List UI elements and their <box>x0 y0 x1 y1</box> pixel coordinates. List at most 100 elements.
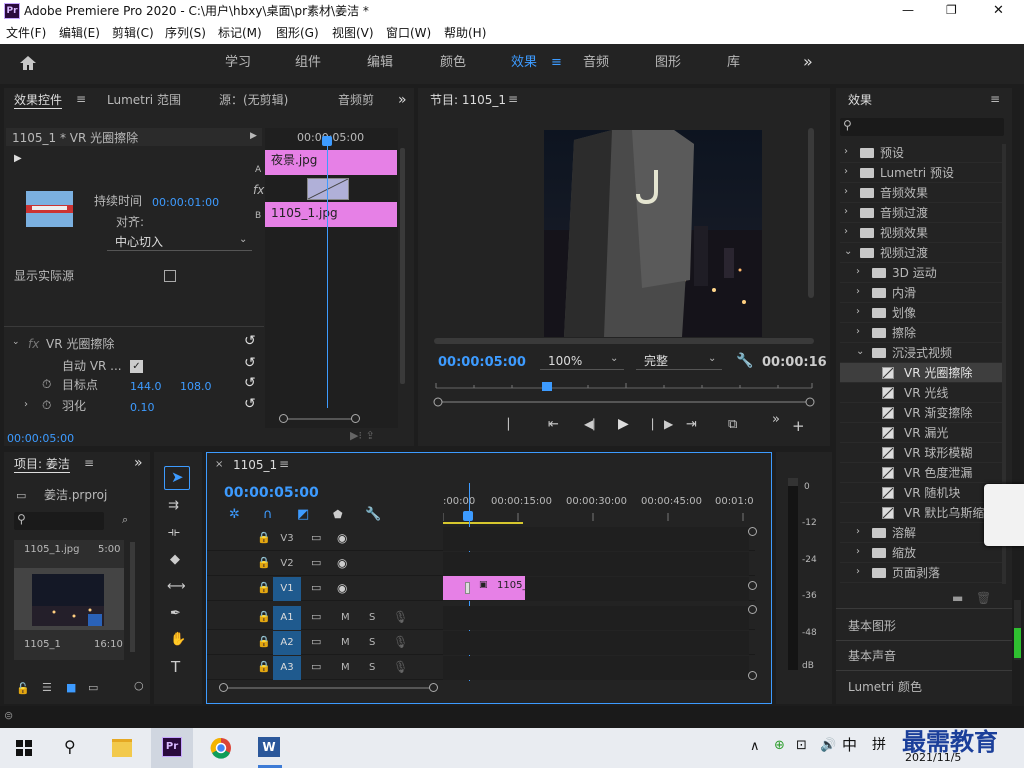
snap-icon[interactable]: ✲ <box>229 508 240 521</box>
program-menu-icon[interactable]: ≡ <box>508 93 518 105</box>
sync-lock-icon[interactable]: ▭ <box>311 582 321 593</box>
workspace-libraries[interactable]: 库 <box>727 56 740 69</box>
eye-icon[interactable]: ◉ <box>337 582 347 594</box>
timeline-timecode[interactable]: 00:00:05:00 <box>224 486 319 500</box>
chevron-right-icon[interactable]: › <box>856 527 860 537</box>
track-lane[interactable] <box>443 527 749 551</box>
effects-tree-item[interactable]: › 视频效果 <box>840 223 1004 243</box>
effects-tree-item[interactable]: VR 随机块 <box>840 483 1004 503</box>
go-to-out-icon[interactable]: ⇥ <box>686 418 697 431</box>
chevron-down-icon[interactable]: ⌄ <box>856 347 864 357</box>
sequence-thumbnail[interactable] <box>14 568 124 630</box>
side-slider[interactable] <box>1014 600 1021 660</box>
chevron-right-icon[interactable]: › <box>856 287 860 297</box>
effects-tree-item[interactable]: VR 光线 <box>840 383 1004 403</box>
workspace-graphics[interactable]: 图形 <box>655 56 681 69</box>
find-icon[interactable]: ⌕ <box>122 514 128 525</box>
track-label[interactable]: A3 <box>273 656 301 680</box>
item-name[interactable]: 1105_1 <box>24 640 61 650</box>
solo-button[interactable]: S <box>369 638 375 648</box>
timeline-ruler[interactable]: :00:00 00:00:15:00 00:00:30:00 00:00:45:… <box>443 493 754 525</box>
chevron-right-icon[interactable]: › <box>844 227 848 237</box>
network-icon[interactable]: ⊡ <box>796 739 807 752</box>
step-back-icon[interactable]: ◀⎸ <box>584 418 605 430</box>
close-tab-icon[interactable]: × <box>215 460 223 470</box>
menu-view[interactable]: 视图(V) <box>332 27 374 39</box>
chevron-right-icon[interactable]: › <box>856 567 860 577</box>
play-icon[interactable]: ▶ <box>618 417 629 431</box>
chevron-down-icon[interactable]: ⌄ <box>844 247 852 257</box>
panel-more-icon[interactable]: » <box>398 93 407 107</box>
chevron-right-icon[interactable]: › <box>856 547 860 557</box>
reset-icon[interactable]: ↺ <box>244 376 256 390</box>
stopwatch-icon[interactable]: ⏱ <box>42 399 51 411</box>
lock-icon[interactable]: 🔒 <box>257 636 271 647</box>
workspace-more-icon[interactable]: » <box>803 54 813 70</box>
export-frame-icon[interactable]: ⧉ <box>728 418 737 431</box>
track-label[interactable]: V1 <box>273 577 301 601</box>
effects-tree-item[interactable]: › 音频效果 <box>840 183 1004 203</box>
clip-a[interactable]: 夜景.jpg <box>265 150 397 175</box>
lock-icon[interactable]: 🔒 <box>257 532 271 543</box>
track-scroll-handle[interactable] <box>748 581 757 590</box>
pen-tool-icon[interactable]: ✒ <box>170 607 181 620</box>
target-x-value[interactable]: 144.0 <box>130 381 162 392</box>
chevron-right-icon[interactable]: › <box>856 307 860 317</box>
chevron-right-icon[interactable]: › <box>844 147 848 157</box>
track-scroll-handle[interactable] <box>748 671 757 680</box>
add-marker-icon[interactable]: ◩ <box>297 508 309 521</box>
track-lane[interactable] <box>443 631 749 655</box>
chevron-right-icon[interactable]: › <box>844 167 848 177</box>
show-source-checkbox[interactable] <box>164 270 176 282</box>
timeline-menu-icon[interactable]: ≡ <box>279 458 289 470</box>
effects-tree-item[interactable]: VR 光圈擦除 <box>840 363 1004 383</box>
monitor-scrollbar[interactable] <box>808 128 814 298</box>
add-button-icon[interactable]: + <box>792 419 805 434</box>
effects-tree-item[interactable]: VR 球形模糊 <box>840 443 1004 463</box>
clip-b[interactable]: 1105_1.jpg <box>265 202 397 227</box>
project-search-input[interactable]: ⚲ <box>14 512 104 530</box>
type-tool-icon[interactable]: T <box>171 660 180 675</box>
chevron-right-icon[interactable]: › <box>856 267 860 277</box>
track-lane[interactable] <box>443 552 749 576</box>
chevron-right-icon[interactable]: › <box>844 187 848 197</box>
tab-effect-controls[interactable]: 效果控件 <box>14 94 63 109</box>
zoom-handle[interactable] <box>429 683 438 692</box>
workspace-color[interactable]: 颜色 <box>440 56 466 69</box>
workspace-effects[interactable]: 效果 <box>511 56 537 69</box>
lock-icon[interactable]: 🔒 <box>257 661 271 672</box>
lumetri-color-section[interactable]: Lumetri 颜色 <box>848 681 922 693</box>
mini-zoom-bar[interactable] <box>279 418 359 420</box>
sync-lock-icon[interactable]: ▭ <box>311 557 321 568</box>
timeline-zoom-bar[interactable] <box>221 687 435 689</box>
chevron-right-icon[interactable]: › <box>856 327 860 337</box>
effects-tree-item[interactable]: ⌄ 沉浸式视频 <box>840 343 1004 363</box>
linked-selection-icon[interactable]: ∩ <box>263 508 273 521</box>
microphone-icon[interactable]: 🎙 <box>393 636 408 648</box>
wrench-icon[interactable]: 🔧 <box>365 508 381 521</box>
track-label[interactable]: V2 <box>273 552 301 576</box>
workspace-assembly[interactable]: 组件 <box>295 56 321 69</box>
microphone-icon[interactable]: 🎙 <box>393 611 408 623</box>
menu-window[interactable]: 窗口(W) <box>386 27 431 39</box>
effects-tree-item[interactable]: › 3D 运动 <box>840 263 1004 283</box>
zoom-handle[interactable] <box>351 414 360 423</box>
zoom-handle[interactable] <box>219 683 228 692</box>
align-dropdown[interactable]: 中心切入 ⌄ <box>107 234 252 251</box>
lock-icon[interactable]: 🔒 <box>257 611 271 622</box>
chevron-right-icon[interactable]: › <box>844 207 848 217</box>
marker-icon[interactable]: ⬟ <box>333 509 343 520</box>
word-icon[interactable]: W <box>258 737 280 757</box>
menu-help[interactable]: 帮助(H) <box>444 27 486 39</box>
sync-lock-icon[interactable]: ▭ <box>311 661 321 672</box>
effects-tree-item[interactable]: › 预设 <box>840 143 1004 163</box>
workspace-editing[interactable]: 编辑 <box>367 56 393 69</box>
timeline-clip[interactable]: ▣ 1105_ <box>443 576 527 600</box>
effects-tree-item[interactable]: › 溶解 <box>840 523 1004 543</box>
maximize-button[interactable]: ❐ <box>946 4 957 16</box>
effects-tree-item[interactable]: › 内滑 <box>840 283 1004 303</box>
project-scrollbar[interactable] <box>130 542 135 652</box>
project-menu-icon[interactable]: ≡ <box>84 457 94 469</box>
freeform-view-icon[interactable]: ▭ <box>88 682 98 693</box>
mute-button[interactable]: M <box>341 613 350 623</box>
